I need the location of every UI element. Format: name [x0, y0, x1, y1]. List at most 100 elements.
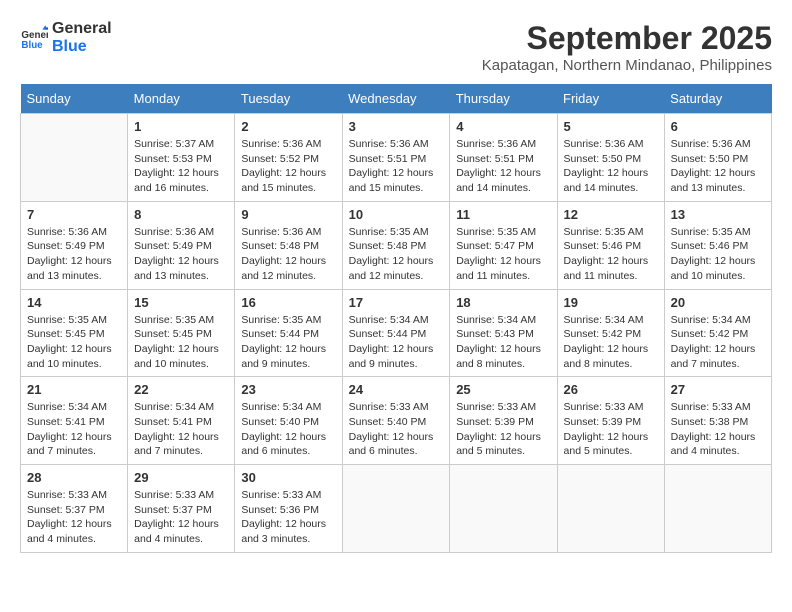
calendar-cell [21, 114, 128, 202]
page-header: General Blue General Blue September 2025… [20, 20, 772, 74]
day-info: Sunrise: 5:33 AMSunset: 5:38 PMDaylight:… [671, 400, 765, 459]
calendar-day-header: Tuesday [235, 84, 342, 114]
month-title: September 2025 [482, 20, 772, 57]
calendar-cell: 6Sunrise: 5:36 AMSunset: 5:50 PMDaylight… [664, 114, 771, 202]
calendar-day-header: Wednesday [342, 84, 450, 114]
calendar-header-row: SundayMondayTuesdayWednesdayThursdayFrid… [21, 84, 772, 114]
calendar-cell: 11 Sunrise: 5:35 AMSunset: 5:47 PMDayligh… [450, 201, 557, 289]
day-number: 23 [241, 382, 335, 397]
calendar-cell: 28Sunrise: 5:33 AMSunset: 5:37 PMDayligh… [21, 465, 128, 553]
calendar-day-header: Saturday [664, 84, 771, 114]
day-number: 6 [671, 119, 765, 134]
day-info: Sunrise: 5:36 AMSunset: 5:51 PMDaylight:… [456, 137, 550, 196]
calendar-cell: 27 Sunrise: 5:33 AMSunset: 5:38 PMDayligh… [664, 377, 771, 465]
day-number: 26 [564, 382, 658, 397]
day-info: Sunrise: 5:35 AMSunset: 5:47 PMDaylight:… [456, 225, 550, 284]
day-number: 5 [564, 119, 658, 134]
day-number: 25 [456, 382, 550, 397]
day-info: Sunrise: 5:35 AMSunset: 5:46 PMDaylight:… [671, 225, 765, 284]
day-number: 22 [134, 382, 228, 397]
logo-text: General Blue [52, 20, 112, 55]
calendar-body: 1Sunrise: 5:37 AMSunset: 5:53 PMDaylight… [21, 114, 772, 553]
day-info: Sunrise: 5:34 AMSunset: 5:41 PMDaylight:… [134, 400, 228, 459]
day-number: 28 [27, 470, 121, 485]
day-info: Sunrise: 5:34 AMSunset: 5:42 PMDaylight:… [564, 313, 658, 372]
calendar-cell: 15 Sunrise: 5:35 AMSunset: 5:45 PMDayligh… [128, 289, 235, 377]
logo: General Blue General Blue [20, 20, 112, 55]
day-number: 7 [27, 207, 121, 222]
day-number: 2 [241, 119, 335, 134]
day-number: 19 [564, 295, 658, 310]
day-info: Sunrise: 5:35 AMSunset: 5:45 PMDaylight:… [27, 313, 121, 372]
calendar-cell: 4 Sunrise: 5:36 AMSunset: 5:51 PMDaylight… [450, 114, 557, 202]
day-info: Sunrise: 5:36 AMSunset: 5:52 PMDaylight:… [241, 137, 335, 196]
calendar-cell: 12 Sunrise: 5:35 AMSunset: 5:46 PMDayligh… [557, 201, 664, 289]
calendar-cell: 3Sunrise: 5:36 AMSunset: 5:51 PMDaylight… [342, 114, 450, 202]
calendar-week-row: 21Sunrise: 5:34 AMSunset: 5:41 PMDayligh… [21, 377, 772, 465]
calendar-cell [557, 465, 664, 553]
day-number: 13 [671, 207, 765, 222]
day-number: 24 [349, 382, 444, 397]
calendar-cell: 26 Sunrise: 5:33 AMSunset: 5:39 PMDayligh… [557, 377, 664, 465]
calendar-cell: 13 Sunrise: 5:35 AMSunset: 5:46 PMDayligh… [664, 201, 771, 289]
day-info: Sunrise: 5:34 AMSunset: 5:42 PMDaylight:… [671, 313, 765, 372]
day-number: 11 [456, 207, 550, 222]
calendar-cell [450, 465, 557, 553]
day-info: Sunrise: 5:34 AMSunset: 5:43 PMDaylight:… [456, 313, 550, 372]
calendar-week-row: 1Sunrise: 5:37 AMSunset: 5:53 PMDaylight… [21, 114, 772, 202]
day-info: Sunrise: 5:36 AMSunset: 5:49 PMDaylight:… [134, 225, 228, 284]
day-number: 20 [671, 295, 765, 310]
calendar-day-header: Thursday [450, 84, 557, 114]
day-number: 27 [671, 382, 765, 397]
day-info: Sunrise: 5:34 AMSunset: 5:44 PMDaylight:… [349, 313, 444, 372]
day-number: 4 [456, 119, 550, 134]
day-number: 8 [134, 207, 228, 222]
calendar-cell: 23 Sunrise: 5:34 AMSunset: 5:40 PMDayligh… [235, 377, 342, 465]
calendar-day-header: Friday [557, 84, 664, 114]
calendar-cell [342, 465, 450, 553]
calendar-cell: 19 Sunrise: 5:34 AMSunset: 5:42 PMDayligh… [557, 289, 664, 377]
calendar-week-row: 14Sunrise: 5:35 AMSunset: 5:45 PMDayligh… [21, 289, 772, 377]
calendar-cell: 21Sunrise: 5:34 AMSunset: 5:41 PMDayligh… [21, 377, 128, 465]
day-number: 15 [134, 295, 228, 310]
day-info: Sunrise: 5:35 AMSunset: 5:44 PMDaylight:… [241, 313, 335, 372]
calendar-day-header: Sunday [21, 84, 128, 114]
day-number: 17 [349, 295, 444, 310]
day-info: Sunrise: 5:35 AMSunset: 5:45 PMDaylight:… [134, 313, 228, 372]
calendar-week-row: 7 Sunrise: 5:36 AMSunset: 5:49 PMDaylight… [21, 201, 772, 289]
day-number: 9 [241, 207, 335, 222]
day-info: Sunrise: 5:33 AMSunset: 5:37 PMDaylight:… [134, 488, 228, 547]
title-block: September 2025 Kapatagan, Northern Minda… [482, 20, 772, 74]
calendar-table: SundayMondayTuesdayWednesdayThursdayFrid… [20, 84, 772, 553]
calendar-cell: 7Sunrise: 5:36 AMSunset: 5:49 PMDaylight… [21, 201, 128, 289]
day-info: Sunrise: 5:36 AMSunset: 5:48 PMDaylight:… [241, 225, 335, 284]
day-info: Sunrise: 5:34 AMSunset: 5:40 PMDaylight:… [241, 400, 335, 459]
calendar-cell: 17 Sunrise: 5:34 AMSunset: 5:44 PMDayligh… [342, 289, 450, 377]
day-info: Sunrise: 5:33 AMSunset: 5:39 PMDaylight:… [456, 400, 550, 459]
calendar-cell: 8 Sunrise: 5:36 AMSunset: 5:49 PMDaylight… [128, 201, 235, 289]
day-info: Sunrise: 5:35 AMSunset: 5:46 PMDaylight:… [564, 225, 658, 284]
day-number: 10 [349, 207, 444, 222]
svg-text:Blue: Blue [21, 39, 43, 50]
calendar-cell: 22 Sunrise: 5:34 AMSunset: 5:41 PMDayligh… [128, 377, 235, 465]
day-number: 30 [241, 470, 335, 485]
calendar-cell: 9 Sunrise: 5:36 AMSunset: 5:48 PMDaylight… [235, 201, 342, 289]
calendar-cell: 10 Sunrise: 5:35 AMSunset: 5:48 PMDayligh… [342, 201, 450, 289]
day-number: 3 [349, 119, 444, 134]
calendar-week-row: 28 Sunrise: 5:33 AMSunset: 5:37 PMDayligh… [21, 465, 772, 553]
day-number: 18 [456, 295, 550, 310]
calendar-cell: 14Sunrise: 5:35 AMSunset: 5:45 PMDayligh… [21, 289, 128, 377]
day-number: 1 [134, 119, 228, 134]
calendar-cell: 20 Sunrise: 5:34 AMSunset: 5:42 PMDayligh… [664, 289, 771, 377]
calendar-cell: 24 Sunrise: 5:33 AMSunset: 5:40 PMDayligh… [342, 377, 450, 465]
day-info: Sunrise: 5:35 AMSunset: 5:48 PMDaylight:… [349, 225, 444, 284]
calendar-cell: 1Sunrise: 5:37 AMSunset: 5:53 PMDaylight… [128, 114, 235, 202]
day-info: Sunrise: 5:33 AMSunset: 5:39 PMDaylight:… [564, 400, 658, 459]
calendar-cell [664, 465, 771, 553]
calendar-cell: 2 Sunrise: 5:36 AMSunset: 5:52 PMDaylight… [235, 114, 342, 202]
calendar-cell: 25 Sunrise: 5:33 AMSunset: 5:39 PMDayligh… [450, 377, 557, 465]
day-info: Sunrise: 5:33 AMSunset: 5:36 PMDaylight:… [241, 488, 335, 547]
day-number: 12 [564, 207, 658, 222]
day-info: Sunrise: 5:33 AMSunset: 5:40 PMDaylight:… [349, 400, 444, 459]
location-subtitle: Kapatagan, Northern Mindanao, Philippine… [482, 57, 772, 74]
